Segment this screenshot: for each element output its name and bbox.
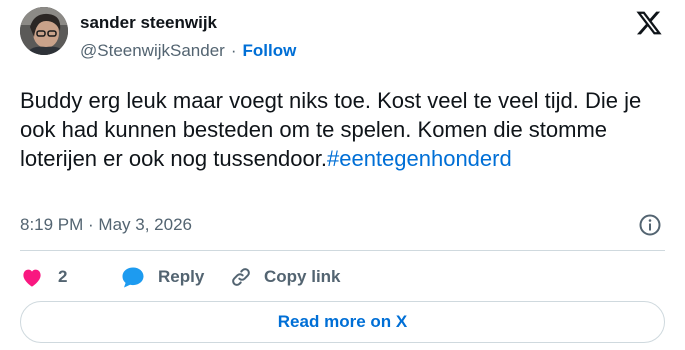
speech-bubble-icon [120,265,146,289]
follow-button[interactable]: Follow [243,41,297,61]
post-text: Buddy erg leuk maar voegt niks toe. Kost… [20,86,670,173]
separator-dot: · [230,41,237,60]
action-bar: 2 Reply Copy link [20,262,370,292]
read-more-button[interactable]: Read more on X [20,301,665,343]
divider [20,250,665,251]
embedded-post-card: sander steenwijk @SteenwijkSander · Foll… [0,0,685,350]
like-count: 2 [58,267,68,286]
heart-icon [20,265,44,289]
reply-label: Reply [158,267,205,286]
author-handle[interactable]: @SteenwijkSander [80,41,225,61]
like-button[interactable]: 2 [20,265,120,289]
author-handle-row: @SteenwijkSander · Follow [80,41,296,61]
info-icon[interactable] [638,213,662,237]
x-logo-icon[interactable] [635,9,663,37]
author-display-name[interactable]: sander steenwijk [80,13,217,33]
reply-button[interactable]: Reply [120,265,230,289]
hashtag-link[interactable]: #eentegenhonderd [327,146,512,171]
link-icon [230,266,252,288]
avatar[interactable] [20,7,68,55]
copy-link-button[interactable]: Copy link [230,266,370,288]
post-timestamp[interactable]: 8:19 PM · May 3, 2026 [20,215,192,235]
copy-link-label: Copy link [264,267,341,286]
avatar-image [20,7,68,55]
